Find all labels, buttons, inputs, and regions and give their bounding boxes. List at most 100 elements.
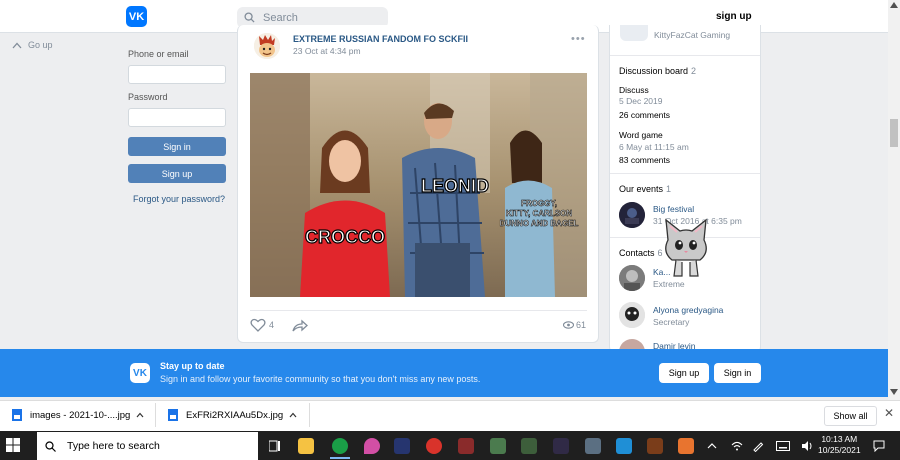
chrome-icon[interactable] xyxy=(332,438,348,454)
sign-up-button[interactable]: Sign up xyxy=(128,164,226,183)
contact-role: Extreme xyxy=(653,279,685,289)
file-icon xyxy=(168,409,178,421)
app-icon[interactable] xyxy=(553,438,569,454)
app-icon[interactable] xyxy=(426,438,442,454)
eye-icon xyxy=(563,321,574,329)
app-icon[interactable] xyxy=(394,438,410,454)
chevron-up-icon[interactable] xyxy=(289,412,297,418)
community-avatar[interactable] xyxy=(254,33,280,59)
contact-name[interactable]: Alyona gredyagina xyxy=(653,305,723,315)
vk-logo: VK xyxy=(130,363,150,383)
scrollbar-thumb[interactable] xyxy=(890,119,898,147)
distracted-boyfriend-meme: CROCCO LEONID FROGGY, KITTY, CARLSON DUN… xyxy=(250,73,587,297)
app-icon[interactable] xyxy=(490,438,506,454)
event-image-icon xyxy=(619,202,645,228)
sign-in-button[interactable]: Sign in xyxy=(128,137,226,156)
event-avatar[interactable] xyxy=(619,202,645,228)
meme-label-right-1: FROGGY, xyxy=(521,199,557,208)
like-count: 4 xyxy=(269,320,275,330)
vk-logo[interactable]: VK xyxy=(126,6,147,27)
post-date[interactable]: 23 Oct at 4:34 pm xyxy=(293,46,361,56)
member-name[interactable]: KittyFazCat Gaming xyxy=(654,30,730,40)
taskbar-search-placeholder: Type here to search xyxy=(67,440,160,452)
share-icon[interactable] xyxy=(292,319,308,332)
task-view-icon[interactable] xyxy=(269,440,281,452)
divider xyxy=(155,403,156,427)
events-title[interactable]: Our events 1 xyxy=(619,184,671,194)
clock-time: 10:13 AM xyxy=(821,434,858,444)
divider xyxy=(610,55,760,56)
meme-label-right-3: DUNNO AND BAGEL xyxy=(500,219,579,228)
event-name[interactable]: Big festival xyxy=(653,204,694,214)
volume-icon[interactable] xyxy=(801,440,813,452)
member-avatar[interactable] xyxy=(620,25,648,41)
pen-icon[interactable] xyxy=(752,440,764,452)
file-icon xyxy=(12,409,22,421)
topic-name[interactable]: Word game xyxy=(619,130,663,140)
app-icon[interactable] xyxy=(678,438,694,454)
banner-title: Stay up to date xyxy=(160,361,225,371)
app-icon[interactable] xyxy=(364,438,380,454)
windows-start-icon[interactable] xyxy=(6,438,20,452)
phone-field[interactable] xyxy=(128,65,226,84)
meme-label-left: CROCCO xyxy=(305,227,385,247)
scroll-up-arrow-icon[interactable] xyxy=(890,2,898,8)
scrollbar[interactable] xyxy=(888,0,900,400)
file-explorer-icon[interactable] xyxy=(298,438,314,454)
person-photo-icon xyxy=(619,302,645,328)
keyboard-icon[interactable] xyxy=(776,441,790,451)
app-icon[interactable] xyxy=(521,438,537,454)
show-all-button[interactable]: Show all xyxy=(824,406,877,426)
download-item[interactable]: ExFRi2RXIAAu5Dx.jpg xyxy=(168,409,283,421)
wifi-icon[interactable] xyxy=(731,441,743,451)
banner-text: Sign in and follow your favorite communi… xyxy=(160,374,481,384)
chevron-up-icon[interactable] xyxy=(707,443,717,449)
download-item[interactable]: images - 2021-10-....jpg xyxy=(12,409,130,421)
forgot-password-link[interactable]: Forgot your password? xyxy=(133,194,225,204)
app-icon[interactable] xyxy=(585,438,601,454)
chevron-up-icon[interactable] xyxy=(136,412,144,418)
banner-sign-up-button[interactable]: Sign up xyxy=(659,363,709,383)
post-author[interactable]: EXTREME RUSSIAN FANDOM FO SCKFII xyxy=(293,34,468,44)
contacts-title[interactable]: Contacts 6 xyxy=(619,248,663,258)
topic-date: 5 Dec 2019 xyxy=(619,96,663,106)
events-count: 1 xyxy=(666,184,672,194)
cartoon-avatar-icon xyxy=(254,33,280,59)
app-icon[interactable] xyxy=(458,438,474,454)
divider xyxy=(309,403,310,427)
post-divider xyxy=(250,310,587,311)
banner-sign-in-button[interactable]: Sign in xyxy=(714,363,761,383)
meme-image[interactable]: CROCCO LEONID FROGGY, KITTY, CARLSON DUN… xyxy=(250,73,587,297)
downloads-bar xyxy=(0,400,900,431)
download-filename: ExFRi2RXIAAu5Dx.jpg xyxy=(186,409,284,421)
go-up-label: Go up xyxy=(28,40,53,50)
contact-avatar[interactable] xyxy=(619,302,645,328)
topic-name[interactable]: Discuss xyxy=(619,85,649,95)
contacts-label: Contacts xyxy=(619,248,655,258)
taskbar-clock[interactable]: 10:13 AM 10/25/2021 xyxy=(818,434,861,456)
topbar-signup-link[interactable]: sign up xyxy=(716,11,752,22)
app-icon[interactable] xyxy=(616,438,632,454)
topic-comments[interactable]: 26 comments xyxy=(619,110,670,120)
active-indicator xyxy=(330,457,350,459)
clock-date: 10/25/2021 xyxy=(818,445,861,455)
scroll-down-arrow-icon[interactable] xyxy=(890,389,898,395)
search-icon xyxy=(244,12,255,23)
discussion-board-title[interactable]: Discussion board 2 xyxy=(619,66,696,76)
topic-date: 6 May at 11:15 am xyxy=(619,142,689,152)
app-icon[interactable] xyxy=(647,438,663,454)
search-icon xyxy=(45,440,56,452)
discussion-count: 2 xyxy=(691,66,697,76)
close-icon[interactable]: ✕ xyxy=(884,406,894,420)
contact-avatar[interactable] xyxy=(619,265,645,291)
password-label: Password xyxy=(128,92,168,102)
password-field[interactable] xyxy=(128,108,226,127)
go-up-link[interactable]: Go up xyxy=(12,40,53,50)
notifications-icon[interactable] xyxy=(873,440,885,452)
meme-label-middle: LEONID xyxy=(421,176,489,196)
search-placeholder: Search xyxy=(263,11,298,24)
post-menu-button[interactable]: ••• xyxy=(571,33,586,45)
heart-icon[interactable] xyxy=(250,318,266,332)
topic-comments[interactable]: 83 comments xyxy=(619,155,670,165)
taskbar-search-box[interactable]: Type here to search xyxy=(37,432,258,460)
